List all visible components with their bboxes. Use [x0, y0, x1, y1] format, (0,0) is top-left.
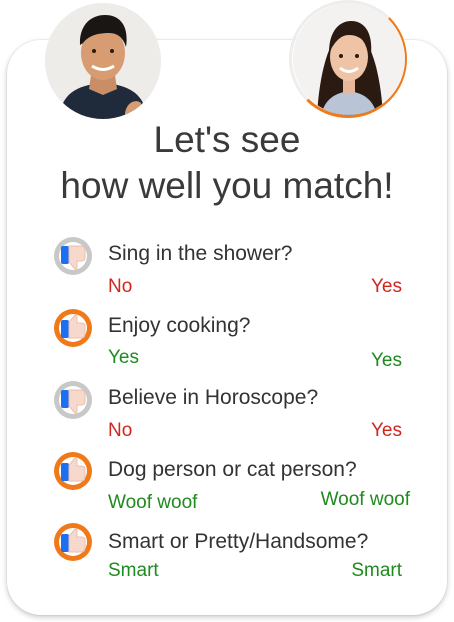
question-1-left-answer: No [108, 276, 133, 297]
question-2-right-answer: Yes [371, 350, 402, 371]
question-2-left-answer: Yes [108, 347, 139, 368]
thumbs-down-icon [54, 381, 92, 419]
thumbs-up-icon [54, 523, 92, 561]
question-5-left-answer: Smart [108, 560, 159, 581]
avatar-right [293, 3, 405, 115]
question-1-text: Sing in the shower? [108, 242, 293, 265]
thumbs-up-icon [54, 309, 92, 347]
page-title: Let's see how well you match! [0, 117, 454, 209]
thumbs-up-icon [54, 452, 92, 490]
question-5-text: Smart or Pretty/Handsome? [108, 530, 369, 553]
question-3-left-answer: No [108, 420, 133, 441]
question-1-right-answer: Yes [371, 276, 402, 297]
question-4-text: Dog person or cat person? [108, 458, 357, 481]
avatar-left [45, 3, 161, 119]
question-2-text: Enjoy cooking? [108, 314, 251, 337]
question-3-text: Believe in Horoscope? [108, 386, 319, 409]
question-4-right-answer: Woof woof [320, 489, 410, 510]
question-3-right-answer: Yes [371, 420, 402, 441]
title-line-2: how well you match! [60, 165, 394, 206]
thumbs-down-icon [54, 237, 92, 275]
title-line-1: Let's see [153, 119, 301, 160]
question-5-right-answer: Smart [351, 560, 402, 581]
woman-avatar-image [293, 3, 405, 115]
question-4-left-answer: Woof woof [108, 492, 198, 513]
man-avatar-image [45, 3, 161, 119]
